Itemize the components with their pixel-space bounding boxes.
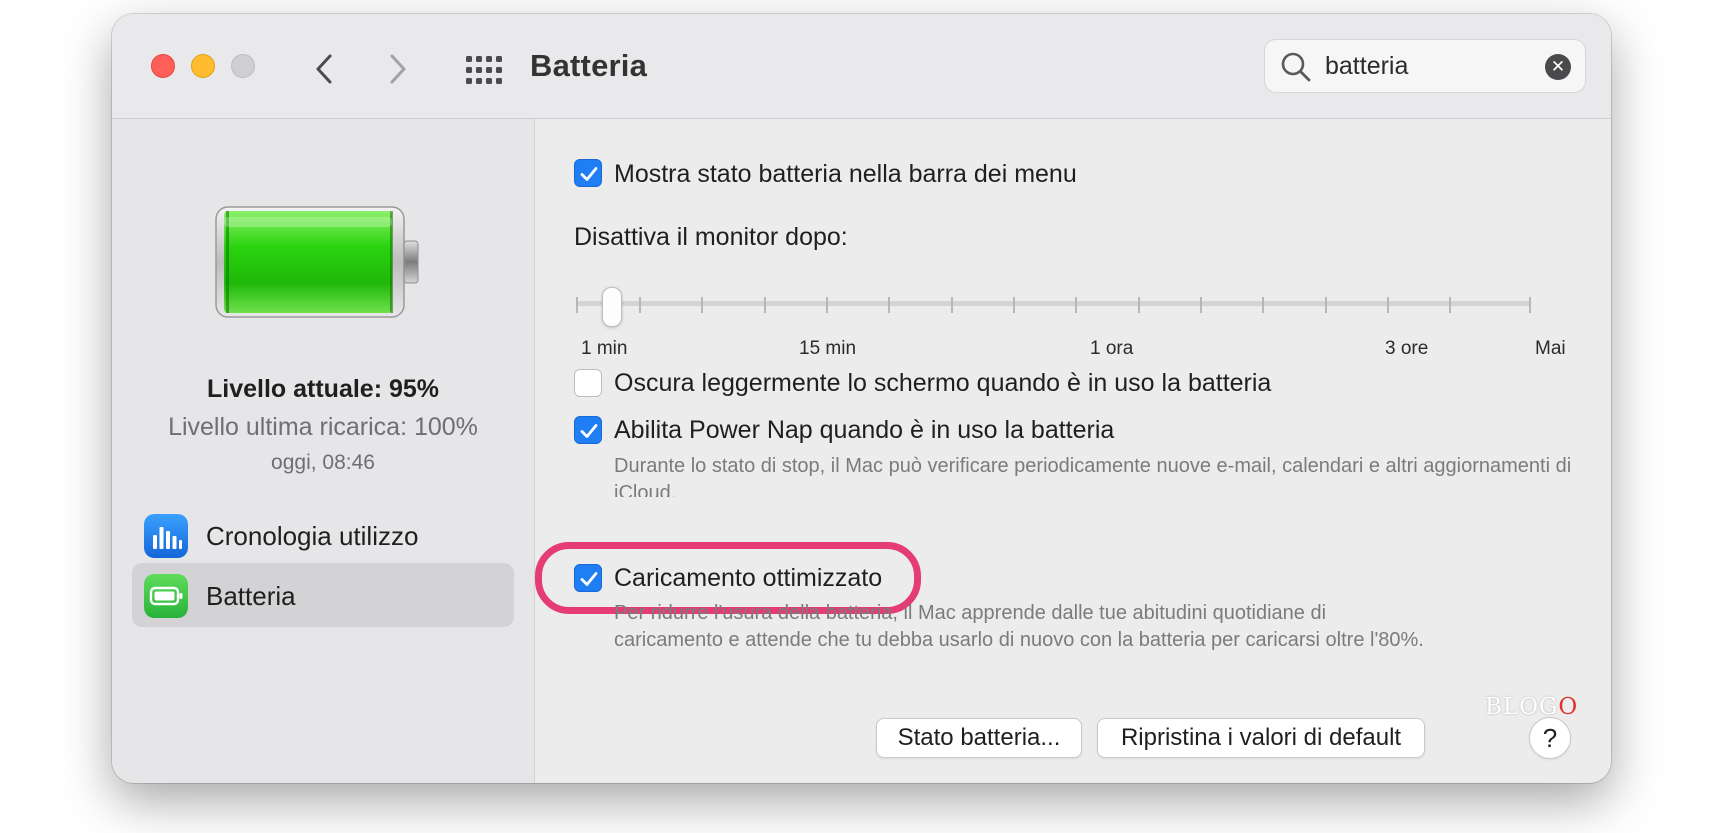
- slider-tick: [951, 297, 953, 313]
- slider-tick-label: Mai: [1535, 338, 1566, 359]
- optimized-charging-checkbox[interactable]: [574, 564, 602, 592]
- sidebar-item-label: Batteria: [206, 581, 296, 611]
- optimized-charging-label: Caricamento ottimizzato: [614, 564, 883, 592]
- slider-tick-label: 15 min: [799, 338, 857, 359]
- back-button[interactable]: [310, 52, 340, 86]
- show-status-label: Mostra stato batteria nella barra dei me…: [614, 160, 1077, 188]
- slider-tick: [639, 297, 641, 313]
- slider-tick: [1200, 297, 1202, 313]
- power-nap-description: Durante lo stato di stop, il Mac può ver…: [614, 455, 1572, 497]
- search-icon: [1281, 52, 1311, 82]
- chevron-left-icon: [316, 54, 332, 84]
- battery-icon: [144, 574, 188, 618]
- sidebar-item-label: Cronologia utilizzo: [206, 521, 419, 551]
- slider-tick: [1013, 297, 1015, 313]
- grid-icon: [466, 56, 502, 84]
- slider-tick: [764, 297, 766, 313]
- minimize-window-button[interactable]: [191, 54, 215, 78]
- sidebar-item-usage-history[interactable]: Cronologia utilizzo: [132, 503, 514, 567]
- show-all-button[interactable]: [464, 53, 504, 87]
- dim-screen-checkbox[interactable]: [574, 369, 602, 397]
- slider-tick: [888, 297, 890, 313]
- slider-tick-label: 1 min: [581, 338, 628, 359]
- slider-tick: [576, 297, 578, 313]
- slider-tick: [1325, 297, 1327, 313]
- watermark-o: O: [1558, 694, 1579, 720]
- chevron-right-icon: [390, 54, 406, 84]
- battery-level-icon: [215, 206, 419, 318]
- checkmark-icon: [580, 167, 598, 181]
- close-window-button[interactable]: [151, 54, 175, 78]
- search-field[interactable]: batteria ✕: [1264, 39, 1586, 93]
- title-bar: Batteria batteria ✕: [112, 14, 1611, 119]
- slider-tick: [826, 297, 828, 313]
- clear-search-icon[interactable]: ✕: [1545, 54, 1571, 80]
- slider-tick: [701, 297, 703, 313]
- sidebar: Livello attuale: 95% Livello ultima rica…: [112, 119, 535, 783]
- optimized-charging-description-line1: Per ridurre l'usura della batteria, il M…: [614, 602, 1327, 624]
- monitor-off-label: Disattiva il monitor dopo:: [574, 223, 848, 251]
- checkmark-icon: [580, 424, 598, 438]
- search-input[interactable]: batteria: [1325, 52, 1408, 81]
- show-status-checkbox[interactable]: [574, 159, 602, 187]
- restore-defaults-button[interactable]: Ripristina i valori di default: [1097, 718, 1425, 758]
- power-nap-checkbox[interactable]: [574, 416, 602, 444]
- dim-screen-label: Oscura leggermente lo schermo quando è i…: [614, 369, 1272, 397]
- usage-history-icon: [144, 514, 188, 558]
- help-button[interactable]: ?: [1529, 717, 1571, 759]
- slider-tick-label: 3 ore: [1385, 338, 1429, 359]
- last-charge-time-text: oggi, 08:46: [271, 451, 375, 474]
- current-level-text: Livello attuale: 95%: [206, 375, 440, 403]
- battery-health-button[interactable]: Stato batteria...: [876, 718, 1082, 758]
- checkmark-icon: [580, 572, 598, 586]
- window-title: Batteria: [530, 48, 648, 83]
- zoom-window-button[interactable]: [231, 54, 255, 78]
- last-charge-level-text: Livello ultima ricarica: 100%: [168, 413, 478, 441]
- forward-button[interactable]: [382, 52, 412, 86]
- system-preferences-window: Batteria batteria ✕ Livello attuale: 95%…: [112, 14, 1611, 783]
- sidebar-item-battery[interactable]: Batteria: [132, 563, 514, 627]
- slider-tick: [1075, 297, 1077, 313]
- slider-tick: [1138, 297, 1140, 313]
- slider-tick: [1262, 297, 1264, 313]
- monitor-off-slider-knob[interactable]: [602, 287, 622, 327]
- slider-tick: [1449, 297, 1451, 313]
- optimized-charging-description-line2: caricamento e attende che tu debba usarl…: [614, 629, 1424, 651]
- slider-tick-label: 1 ora: [1090, 338, 1134, 359]
- battery-settings-pane: Mostra stato batteria nella barra dei me…: [535, 119, 1611, 783]
- slider-tick: [1529, 297, 1531, 313]
- blogo-watermark: BLOGO: [1485, 694, 1578, 720]
- watermark-text: BLOG: [1485, 694, 1559, 720]
- slider-tick: [1387, 297, 1389, 313]
- power-nap-label: Abilita Power Nap quando è in uso la bat…: [614, 416, 1115, 444]
